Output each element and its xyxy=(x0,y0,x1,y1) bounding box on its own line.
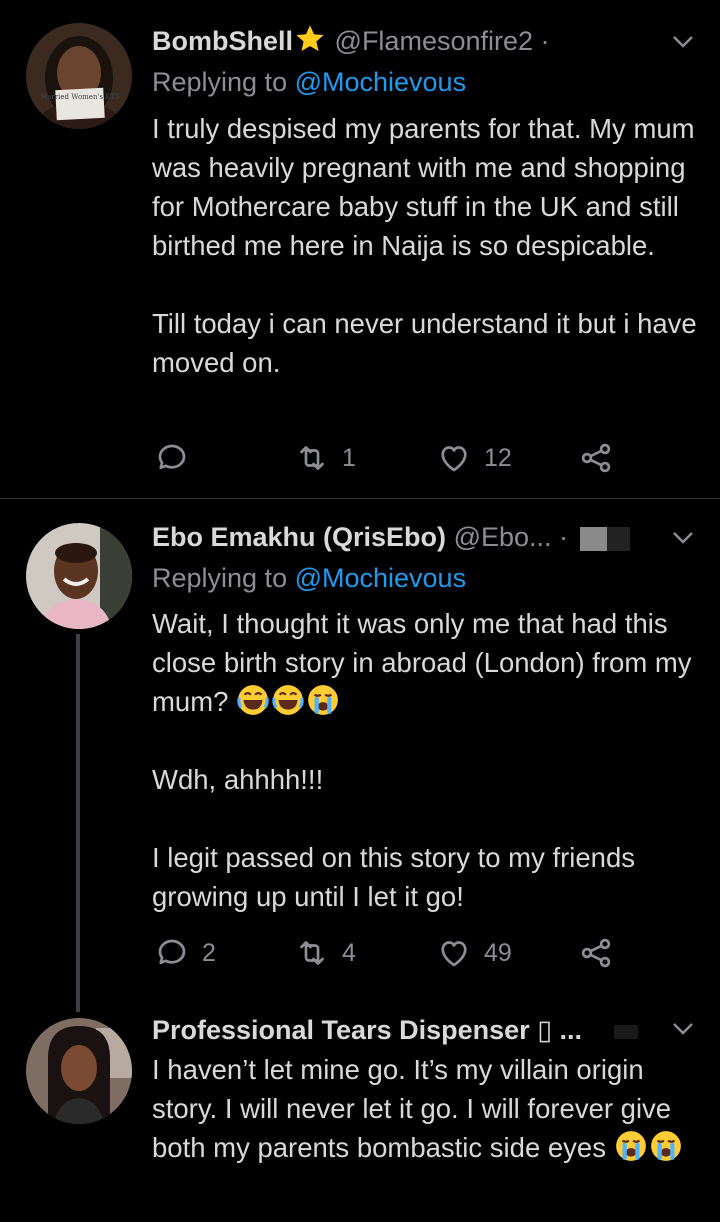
tweet-2[interactable]: Ebo Emakhu (QrisEbo) @Ebo... · Replying … xyxy=(0,499,720,1009)
like-icon xyxy=(441,446,467,472)
display-name[interactable]: BombShell xyxy=(152,26,293,56)
crying-emoji-icon xyxy=(615,1131,646,1161)
avatar-sign-text: Married Women's KTS xyxy=(40,93,120,101)
like-button[interactable]: 49 xyxy=(436,933,512,973)
user-handle[interactable]: @Flamesonfire2 · xyxy=(335,26,550,56)
star-icon xyxy=(296,25,324,51)
tweet-text-content: I haven’t let mine go. It’s my villain o… xyxy=(152,1054,672,1163)
retweet-button[interactable]: 4 xyxy=(294,933,356,973)
caret-down-icon[interactable] xyxy=(672,1022,694,1036)
name-suffix: ▯ ... xyxy=(537,1015,583,1045)
redacted-block xyxy=(613,1024,638,1039)
retweet-button[interactable]: 1 xyxy=(294,438,356,478)
share-button[interactable] xyxy=(578,438,614,478)
share-button[interactable] xyxy=(578,933,614,973)
tweet-text: I truly despised my parents for that. My… xyxy=(152,113,697,378)
tweet-header: Professional Tears Dispenser ▯ ... xyxy=(152,1010,700,1050)
reply-button[interactable]: 2 xyxy=(154,933,216,973)
retweet-count: 1 xyxy=(342,443,356,472)
retweet-count: 4 xyxy=(342,938,356,967)
like-button[interactable]: 12 xyxy=(436,438,512,478)
like-count: 49 xyxy=(484,938,512,967)
tweet-text-rest: Wdh, ahhhh!!! I legit passed on this sto… xyxy=(152,764,635,912)
replying-to: Replying to @Mochievous xyxy=(152,63,466,101)
caret-down-icon[interactable] xyxy=(672,35,694,49)
crying-emoji-icon xyxy=(308,685,338,715)
tweet-1[interactable]: Married Women's KTS BombShell @Flamesonf… xyxy=(0,0,720,498)
tweet-3[interactable]: Professional Tears Dispenser ▯ ... I hav… xyxy=(0,1009,720,1222)
user-handle[interactable]: @Ebo... · xyxy=(454,522,568,552)
caret-down-icon[interactable] xyxy=(672,531,694,545)
retweet-icon xyxy=(300,941,324,965)
tweet-text-line1: Wait, I thought it was only me that had … xyxy=(152,608,692,717)
replying-to: Replying to @Mochievous xyxy=(152,559,466,597)
display-name[interactable]: Professional Tears Dispenser xyxy=(152,1015,530,1045)
avatar[interactable] xyxy=(26,1018,132,1124)
reply-count: 2 xyxy=(202,938,216,967)
tweet-text: I haven’t let mine go. It’s my villain o… xyxy=(152,1050,700,1167)
reply-button[interactable] xyxy=(154,438,202,478)
laughing-emoji-icon xyxy=(237,685,269,715)
like-count: 12 xyxy=(484,443,512,472)
replying-to-link[interactable]: @Mochievous xyxy=(295,67,466,97)
reply-icon xyxy=(158,444,186,470)
share-icon xyxy=(581,443,611,473)
avatar[interactable]: Married Women's KTS xyxy=(26,23,132,129)
crying-emoji-icon xyxy=(650,1131,681,1161)
share-icon xyxy=(581,938,611,968)
replying-prefix: Replying to xyxy=(152,67,295,97)
tweet-actions: 2 4 49 xyxy=(152,933,622,973)
laughing-emoji-icon xyxy=(272,685,304,715)
tweet-actions: 1 12 xyxy=(152,438,622,478)
tweet-header: BombShell @Flamesonfire2 · xyxy=(152,21,700,61)
tweet-header: Ebo Emakhu (QrisEbo) @Ebo... · xyxy=(152,517,700,557)
replying-to-link[interactable]: @Mochievous xyxy=(295,563,466,593)
tweet-text: Wait, I thought it was only me that had … xyxy=(152,604,700,916)
reply-icon xyxy=(158,939,186,965)
like-icon xyxy=(441,941,467,967)
redacted-block xyxy=(579,526,630,551)
avatar[interactable] xyxy=(26,523,132,629)
display-name[interactable]: Ebo Emakhu (QrisEbo) xyxy=(152,522,446,552)
retweet-icon xyxy=(300,446,324,470)
replying-prefix: Replying to xyxy=(152,563,295,593)
